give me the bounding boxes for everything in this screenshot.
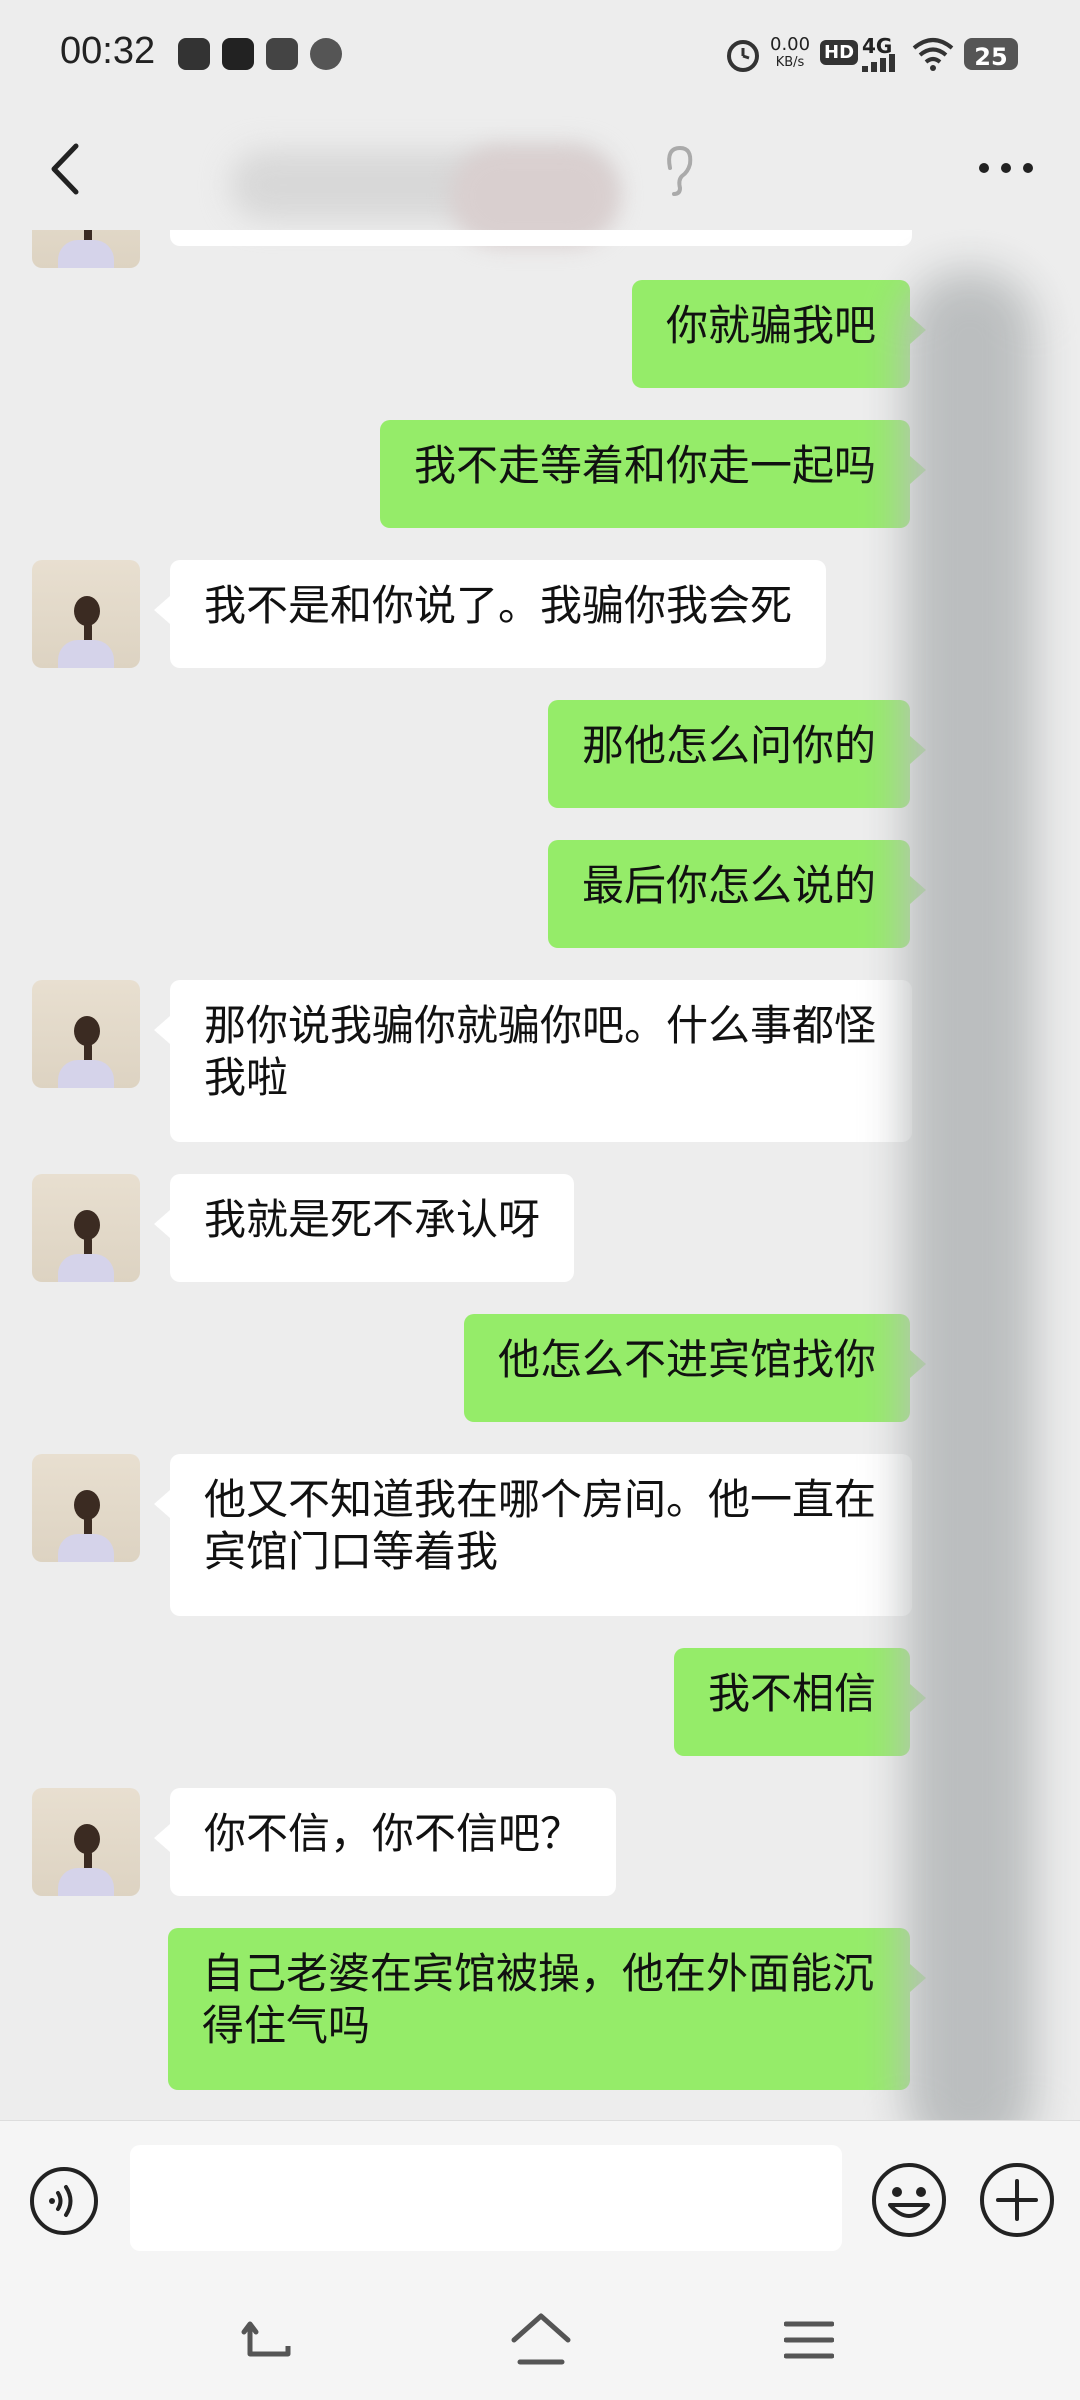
net-speed-value: 0.00 — [770, 34, 811, 55]
net-speed: 0.00 KB/s — [770, 36, 810, 72]
app-icon — [178, 38, 210, 70]
message-bubble-outgoing[interactable]: 你就骗我吧 — [631, 280, 927, 388]
chat-header — [0, 110, 1080, 246]
message-bubble-outgoing[interactable]: 他怎么不进宾馆找你 — [463, 1314, 927, 1422]
alarm-icon — [727, 40, 759, 72]
ear-icon — [667, 145, 693, 196]
voice-input-icon[interactable] — [28, 2165, 100, 2237]
more-options-icon[interactable] — [976, 158, 1036, 178]
message-bubble-outgoing[interactable]: 我不走等着和你走一起吗 — [379, 420, 927, 528]
more-functions-plus-icon[interactable] — [978, 2161, 1056, 2239]
system-navigation-bar — [0, 2280, 1080, 2400]
nav-menu-icon[interactable] — [784, 2318, 834, 2362]
nav-home-icon[interactable] — [510, 2312, 572, 2366]
status-time: 00:32 — [60, 30, 156, 72]
message-bubble-partial — [170, 230, 912, 246]
compass-icon — [310, 38, 342, 70]
message-bubble-outgoing[interactable]: 自己老婆在宾馆被操，他在外面能沉得住气吗 — [168, 1928, 926, 2090]
nav-back-icon[interactable] — [240, 2316, 296, 2366]
message-bubble-outgoing[interactable]: 我不相信 — [673, 1648, 927, 1756]
message-bubble-incoming[interactable]: 那你说我骗你就骗你吧。什么事都怪我啦 — [154, 980, 912, 1142]
tiktok-icon — [222, 38, 254, 70]
contact-avatar[interactable] — [32, 980, 140, 1088]
emoji-icon[interactable] — [870, 2161, 948, 2239]
status-bar: 00:32 0.00 KB/s HD 4G 25 — [0, 0, 1080, 110]
message-bubble-incoming[interactable]: 他又不知道我在哪个房间。他一直在宾馆门口等着我 — [154, 1454, 912, 1616]
signal-bars-icon — [862, 54, 895, 72]
contact-avatar[interactable] — [32, 560, 140, 668]
own-avatar-blurred — [905, 270, 1035, 2160]
message-bubble-outgoing[interactable]: 那他怎么问你的 — [547, 700, 927, 808]
contact-avatar[interactable] — [32, 1454, 140, 1562]
battery-indicator: 25 — [964, 38, 1018, 71]
message-bubble-incoming[interactable]: 你不信，你不信吧？ — [153, 1788, 617, 1896]
message-bubble-incoming[interactable]: 我不是和你说了。我骗你我会死 — [153, 560, 827, 668]
wifi-icon — [912, 38, 954, 71]
message-input[interactable] — [130, 2145, 842, 2251]
contact-avatar[interactable] — [32, 1174, 140, 1282]
message-bubble-incoming[interactable]: 我就是死不承认呀 — [153, 1174, 575, 1282]
telegram-icon — [266, 38, 298, 70]
input-bar — [0, 2120, 1080, 2281]
contact-avatar[interactable] — [32, 230, 140, 268]
message-bubble-outgoing[interactable]: 最后你怎么说的 — [547, 840, 927, 948]
back-arrow-icon[interactable] — [34, 134, 104, 204]
hd-badge: HD — [820, 40, 859, 65]
contact-avatar[interactable] — [32, 1788, 140, 1896]
net-speed-unit: KB/s — [775, 55, 805, 70]
